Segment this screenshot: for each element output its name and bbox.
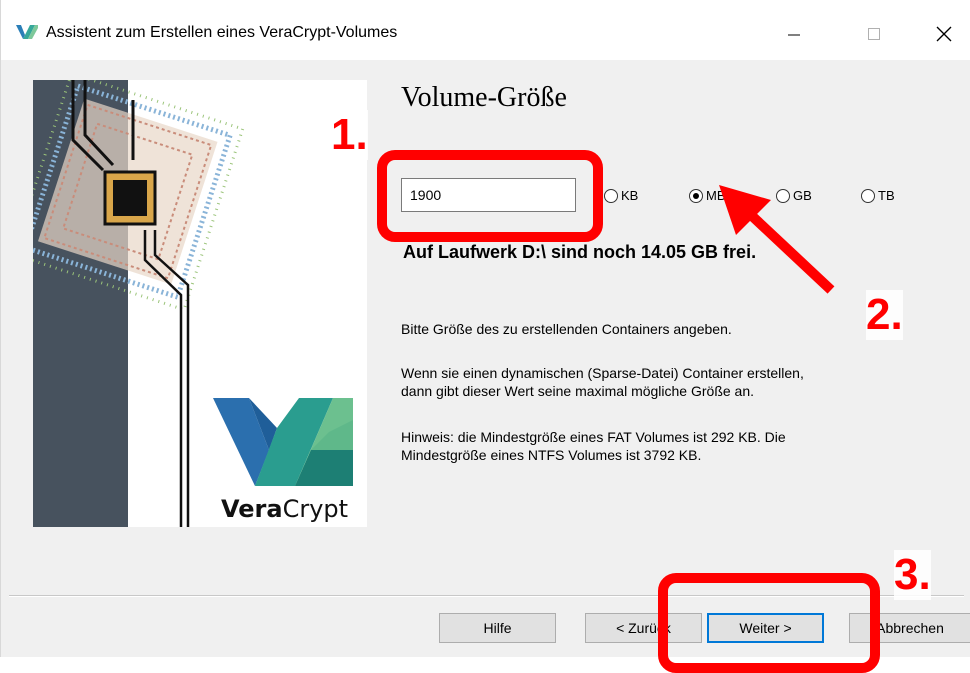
unit-label-kb: KB [621, 188, 639, 203]
step3-label: 3. [894, 550, 931, 600]
minimum-size-hint-line2: Mindestgröße eines NTFS Volumes ist 3792… [401, 447, 702, 463]
page-heading: Volume-Größe [401, 82, 567, 113]
radio-button-kb[interactable] [604, 188, 618, 203]
step1-highlight-box [377, 150, 603, 242]
brand-bold: Vera [221, 495, 283, 523]
banner-artwork: VeraCrypt [33, 80, 367, 527]
unit-radio-kb[interactable]: KB [604, 188, 638, 203]
veracrypt-app-icon [16, 25, 38, 39]
help-button[interactable]: Hilfe [439, 613, 556, 643]
wizard-window: Assistent zum Erstellen eines VeraCrypt-… [0, 0, 970, 673]
title-bar: Assistent zum Erstellen eines VeraCrypt-… [1, 0, 970, 60]
dynamic-container-note-line2: dann gibt dieser Wert seine maximal mögl… [401, 383, 755, 399]
step1-label: 1. [331, 110, 368, 160]
unit-label-tb: TB [878, 188, 895, 203]
step2-arrow-icon [719, 185, 835, 294]
minimize-icon [788, 34, 800, 36]
svg-text:VeraCrypt: VeraCrypt [221, 495, 348, 523]
veracrypt-banner: VeraCrypt [33, 80, 367, 527]
step2-label: 2. [866, 290, 903, 340]
minimize-button[interactable] [771, 14, 817, 54]
close-button[interactable] [921, 14, 967, 54]
minimum-size-hint-line1: Hinweis: die Mindestgröße eines FAT Volu… [401, 429, 786, 445]
window-title: Assistent zum Erstellen eines VeraCrypt-… [46, 24, 398, 41]
step3-highlight-box [658, 573, 880, 673]
instruction-text: Bitte Größe des zu erstellenden Containe… [401, 321, 732, 337]
brand-regular: Crypt [283, 495, 348, 523]
maximize-icon [868, 28, 880, 40]
close-icon [936, 26, 952, 42]
maximize-button[interactable] [851, 14, 897, 54]
dynamic-container-note-line1: Wenn sie einen dynamischen (Sparse-Datei… [401, 365, 804, 381]
